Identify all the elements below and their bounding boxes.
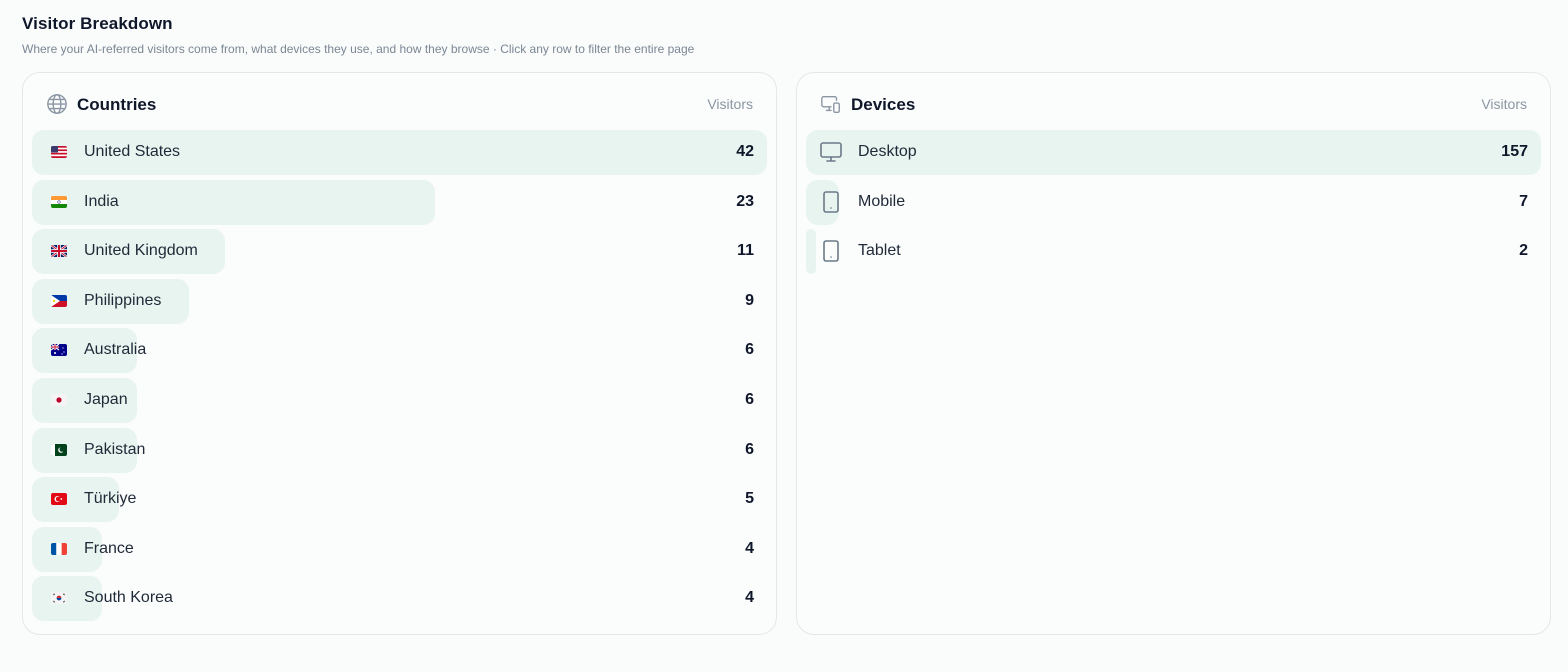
country-row-philippines[interactable]: Philippines 9: [32, 278, 767, 324]
country-row-australia[interactable]: Australia 6: [32, 328, 767, 374]
country-name: United Kingdom: [84, 242, 198, 260]
devices-card: Devices Visitors Desktop 157 Mobile 7 Ta…: [796, 72, 1551, 635]
country-count: 4: [745, 539, 754, 557]
device-row-mobile[interactable]: Mobile 7: [806, 179, 1541, 225]
devices-column-label: Visitors: [1481, 96, 1527, 112]
section-title: Visitor Breakdown: [22, 14, 173, 33]
tablet-icon: [819, 239, 843, 263]
country-row-turkiye[interactable]: Türkiye 5: [32, 477, 767, 523]
au-flag-icon: [51, 344, 67, 357]
devices-list: Desktop 157 Mobile 7 Tablet 2: [806, 130, 1541, 279]
device-count: 7: [1519, 192, 1528, 210]
countries-list: United States 42 India 23 United Kingdom…: [32, 130, 767, 626]
countries-card-header: Countries Visitors: [23, 91, 776, 119]
country-name: Japan: [84, 390, 128, 408]
country-name: Philippines: [84, 291, 162, 309]
country-count: 6: [745, 390, 754, 408]
country-count: 4: [745, 589, 754, 607]
jp-flag-icon: [51, 393, 67, 406]
device-bar: [806, 229, 816, 275]
country-row-india[interactable]: India 23: [32, 179, 767, 225]
device-name: Desktop: [858, 143, 917, 160]
country-name: South Korea: [84, 589, 173, 607]
fr-flag-icon: [51, 542, 67, 555]
device-count: 2: [1519, 242, 1528, 260]
countries-title: Countries: [77, 95, 157, 114]
desktop-icon: [819, 140, 843, 164]
country-name: Pakistan: [84, 440, 146, 458]
devices-card-header: Devices Visitors: [797, 91, 1550, 119]
country-name: Türkiye: [84, 490, 137, 508]
country-name: United States: [84, 143, 181, 160]
country-row-south-korea[interactable]: South Korea 4: [32, 576, 767, 622]
country-row-japan[interactable]: Japan 6: [32, 377, 767, 423]
country-count: 6: [745, 341, 754, 359]
devices-icon: [820, 93, 842, 115]
country-name: France: [84, 539, 134, 557]
device-row-desktop[interactable]: Desktop 157: [806, 130, 1541, 175]
devices-title: Devices: [851, 95, 916, 114]
country-count: 11: [737, 242, 754, 260]
countries-card: Countries Visitors United States 42 Indi…: [22, 72, 777, 635]
country-row-united-kingdom[interactable]: United Kingdom 11: [32, 229, 767, 275]
country-count: 23: [736, 192, 754, 210]
country-row-france[interactable]: France 4: [32, 526, 767, 572]
countries-column-label: Visitors: [707, 96, 753, 112]
country-name: India: [84, 192, 119, 210]
ph-flag-icon: [51, 294, 67, 307]
gb-flag-icon: [51, 245, 67, 258]
country-name: Australia: [84, 341, 147, 359]
globe-icon: [46, 93, 68, 115]
mobile-icon: [819, 190, 843, 214]
in-flag-icon: [51, 195, 67, 208]
us-flag-icon: [51, 146, 67, 158]
country-count: 42: [736, 143, 754, 160]
country-count: 5: [745, 490, 754, 508]
kr-flag-icon: [51, 592, 67, 605]
country-count: 9: [745, 291, 754, 309]
device-name: Mobile: [858, 192, 906, 210]
country-row-united-states[interactable]: United States 42: [32, 130, 767, 175]
section-header: Visitor Breakdown Where your AI-referred…: [22, 14, 694, 56]
device-name: Tablet: [858, 242, 901, 260]
pk-flag-icon: [51, 443, 67, 456]
country-count: 6: [745, 440, 754, 458]
device-count: 157: [1501, 143, 1528, 160]
section-subtitle: Where your AI-referred visitors come fro…: [22, 42, 695, 56]
device-row-tablet[interactable]: Tablet 2: [806, 229, 1541, 275]
tr-flag-icon: [51, 493, 67, 506]
country-row-pakistan[interactable]: Pakistan 6: [32, 427, 767, 473]
